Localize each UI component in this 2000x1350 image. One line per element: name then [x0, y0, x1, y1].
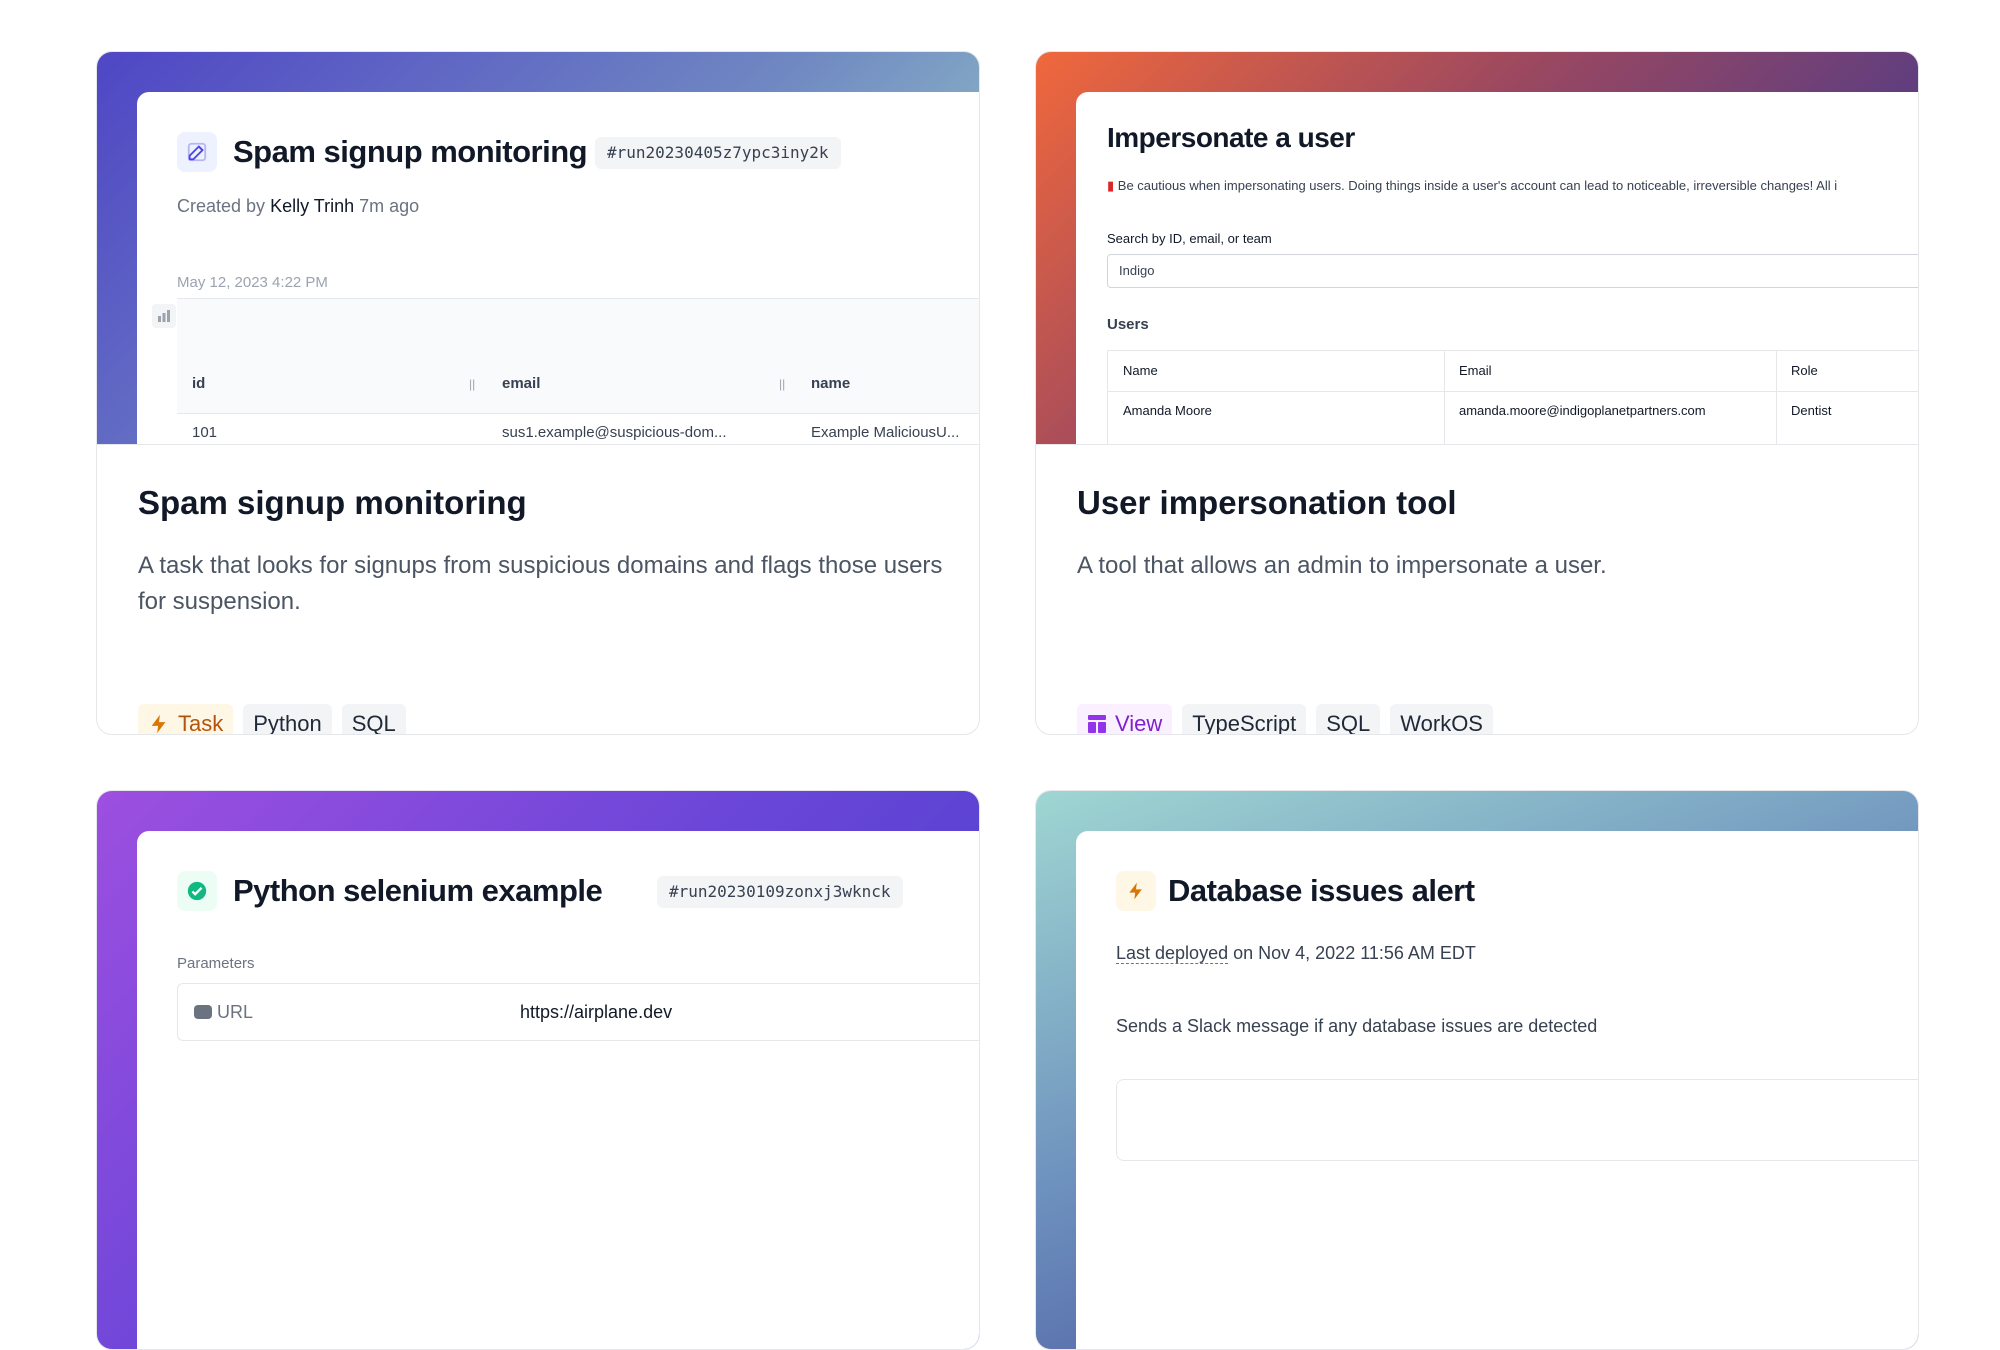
preview-screenshot: Impersonate a user ▮ Be cautious when im…: [1076, 92, 1918, 444]
check-circle-icon: [177, 871, 217, 911]
created-by-name[interactable]: Kelly Trinh: [270, 196, 354, 216]
column-header-role[interactable]: Role: [1791, 363, 1818, 378]
search-input[interactable]: Indigo: [1107, 254, 1918, 288]
edit-icon: [177, 132, 217, 172]
column-header-name[interactable]: Name: [1123, 363, 1158, 378]
created-by-line: Created by Kelly Trinh 7m ago: [177, 196, 419, 217]
card-preview-banner: Python selenium example #run20230109zonx…: [97, 791, 979, 1349]
tag-typescript[interactable]: TypeScript: [1182, 704, 1307, 734]
card-database-issues-alert[interactable]: Database issues alert Last deployed on N…: [1035, 790, 1919, 1350]
parameter-row: URL https://airplane.dev: [177, 983, 979, 1041]
card-title[interactable]: User impersonation tool: [1077, 484, 1888, 522]
card-spam-signup-monitoring[interactable]: Spam signup monitoring #run20230405z7ypc…: [96, 51, 980, 735]
parameters-label: Parameters: [177, 955, 255, 972]
deployed-line: Last deployed on Nov 4, 2022 11:56 AM ED…: [1116, 943, 1476, 964]
column-header-name[interactable]: name: [811, 375, 850, 392]
bolt-icon: [1116, 871, 1156, 911]
chart-icon: [152, 304, 176, 328]
column-header-email[interactable]: Email: [1459, 363, 1492, 378]
tag-sql[interactable]: SQL: [341, 704, 406, 734]
tag-python[interactable]: Python: [243, 704, 332, 734]
table-cell: Amanda Moore: [1123, 403, 1212, 418]
output-table-header: id || email || name: [177, 298, 979, 414]
param-value: https://airplane.dev: [520, 1002, 673, 1022]
tag-list: View TypeScript SQL WorkOS: [1077, 704, 1493, 735]
preview-description: Sends a Slack message if any database is…: [1116, 1016, 1598, 1036]
preview-title: Python selenium example: [233, 873, 603, 908]
table-cell: Example MaliciousU...: [811, 424, 960, 441]
deployed-date: on Nov 4, 2022 11:56 AM EDT: [1233, 943, 1476, 963]
siren-icon: ▮: [1107, 178, 1115, 193]
users-table: Name Email Role Amanda Moore amanda.moor…: [1107, 350, 1918, 444]
warning-text: Be cautious when impersonating users. Do…: [1117, 178, 1838, 193]
preview-title: Database issues alert: [1168, 873, 1475, 908]
tag-label: Task: [178, 711, 224, 735]
created-ago: 7m ago: [359, 196, 420, 216]
preview-screenshot: Spam signup monitoring #run20230405z7ypc…: [137, 92, 979, 444]
bolt-icon: [151, 714, 166, 734]
run-id-badge: #run20230405z7ypc3iny2k: [595, 137, 841, 169]
column-resize-handle[interactable]: ||: [469, 377, 475, 391]
table-cell: amanda.moore@indigoplanetpartners.com: [1459, 403, 1706, 418]
search-input-value: Indigo: [1119, 263, 1155, 278]
param-name: URL: [194, 1002, 253, 1023]
tag-workos[interactable]: WorkOS: [1390, 704, 1493, 734]
tag-label: View: [1115, 711, 1163, 735]
card-python-selenium-example[interactable]: Python selenium example #run20230109zonx…: [96, 790, 980, 1350]
tag-list: Task Python SQL: [138, 704, 406, 735]
tag-view[interactable]: View: [1077, 704, 1173, 735]
tag-task[interactable]: Task: [138, 704, 234, 735]
warning-message: ▮ Be cautious when impersonating users. …: [1107, 178, 1837, 194]
run-timestamp: May 12, 2023 4:22 PM: [177, 274, 328, 291]
preview-title: Impersonate a user: [1107, 122, 1355, 153]
card-user-impersonation-tool[interactable]: Impersonate a user ▮ Be cautious when im…: [1035, 51, 1919, 735]
last-deployed-link[interactable]: Last deployed: [1116, 943, 1229, 964]
card-description: A tool that allows an admin to impersona…: [1077, 552, 1607, 579]
layout-icon: [1088, 715, 1106, 733]
message-icon: [194, 1005, 212, 1019]
content-panel: [1116, 1079, 1918, 1161]
column-header-email[interactable]: email: [502, 375, 540, 392]
preview-screenshot: Database issues alert Last deployed on N…: [1076, 831, 1918, 1349]
column-header-id[interactable]: id: [192, 375, 205, 392]
users-label: Users: [1107, 316, 1149, 333]
search-label: Search by ID, email, or team: [1107, 231, 1272, 246]
card-preview-banner: Impersonate a user ▮ Be cautious when im…: [1036, 52, 1918, 444]
created-by-prefix: Created by: [177, 196, 266, 216]
run-id-badge: #run20230109zonxj3wknck: [657, 876, 903, 908]
preview-title: Spam signup monitoring: [233, 134, 588, 169]
tag-sql[interactable]: SQL: [1316, 704, 1381, 734]
card-description: A task that looks for signups from suspi…: [138, 552, 943, 615]
preview-screenshot: Python selenium example #run20230109zonx…: [137, 831, 979, 1349]
param-name-label: URL: [217, 1002, 254, 1022]
card-preview-banner: Database issues alert Last deployed on N…: [1036, 791, 1918, 1349]
table-cell: 101: [192, 424, 218, 441]
table-cell: sus1.example@suspicious-dom...: [502, 424, 727, 441]
table-cell: Dentist: [1791, 403, 1832, 418]
card-preview-banner: Spam signup monitoring #run20230405z7ypc…: [97, 52, 979, 444]
card-title[interactable]: Spam signup monitoring: [138, 484, 949, 522]
column-resize-handle[interactable]: ||: [779, 377, 785, 391]
